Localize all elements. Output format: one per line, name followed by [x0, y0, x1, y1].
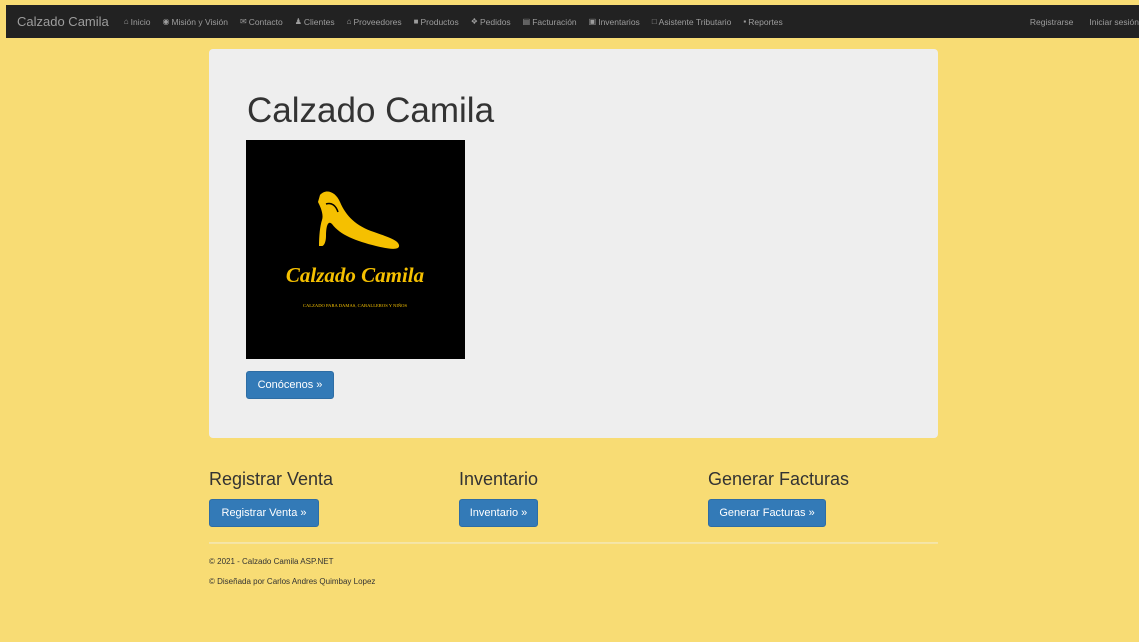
eye-icon: ◉ — [162, 17, 170, 26]
column-inventory: Inventario Inventario » — [459, 469, 538, 527]
home-icon: ⌂ — [123, 17, 129, 26]
nav-item-pedidos[interactable]: ❖ Pedidos — [471, 17, 511, 27]
nav-item-proveedores[interactable]: ⌂ Proveedores — [347, 17, 402, 27]
nav-menu: ⌂ Inicio ◉ Misión y Visión ✉ Contacto ♟ Clie… — [124, 17, 795, 27]
jumbotron: Calzado Camila Calzado Camila CALZADO PA… — [209, 49, 938, 438]
navbar: Calzado Camila ⌂ Inicio ◉ Misión y Visión … — [6, 5, 1139, 38]
nav-item-mision-vision[interactable]: ◉ Misión y Visión — [162, 17, 228, 27]
nav-account: Registrarse Iniciar sesión — [1014, 5, 1139, 38]
about-button[interactable]: Conócenos » — [246, 371, 334, 399]
register-sale-heading: Registrar Venta — [209, 469, 334, 489]
cubes-icon: ❖ — [470, 17, 478, 26]
inventory-heading: Inventario — [459, 469, 539, 489]
nav-item-inventarios[interactable]: ▣ Inventarios — [589, 17, 640, 27]
nav-item-inicio[interactable]: ⌂ Inicio — [124, 17, 151, 27]
footer-divider — [209, 542, 938, 544]
list-icon: ▣ — [588, 17, 597, 26]
shoe-logo-icon: Calzado Camila CALZADO PARA DAMAS, CABAL… — [286, 191, 424, 309]
bank-icon: ⌂ — [346, 17, 352, 26]
column-register-sale: Registrar Venta Registrar Venta » — [209, 469, 333, 527]
nav-item-reportes[interactable]: ▪ Reportes — [743, 17, 782, 27]
nav-item-asistente-tributario[interactable]: □ Asistente Tributario — [652, 17, 732, 27]
page-title: Calzado Camila — [247, 91, 495, 130]
calendar-icon: □ — [651, 17, 657, 26]
cart-icon: ▤ — [522, 17, 531, 26]
invoices-button[interactable]: Generar Facturas » — [708, 499, 826, 527]
nav-item-contacto[interactable]: ✉ Contacto — [240, 17, 283, 27]
users-icon: ♟ — [294, 17, 302, 26]
envelope-icon: ✉ — [239, 17, 247, 26]
column-invoices: Generar Facturas Generar Facturas » — [708, 469, 849, 527]
file-icon: ▪ — [743, 17, 747, 26]
inventory-button[interactable]: Inventario » — [459, 499, 538, 527]
nav-item-facturacion[interactable]: ▤ Facturación — [523, 17, 577, 27]
invoices-heading: Generar Facturas — [708, 469, 850, 489]
login-link[interactable]: Iniciar sesión — [1089, 17, 1139, 27]
logo-tagline: CALZADO PARA DAMAS, CABALLEROS Y NIÑOS — [303, 303, 408, 309]
nav-item-productos[interactable]: ■ Productos — [414, 17, 459, 27]
book-icon: ■ — [413, 17, 419, 26]
nav-item-clientes[interactable]: ♟ Clientes — [295, 17, 335, 27]
footer-copyright: © 2021 - Calzado Camila ASP.NET — [209, 557, 334, 566]
register-link[interactable]: Registrarse — [1030, 17, 1073, 27]
footer-credit: © Diseñada por Carlos Andres Quimbay Lop… — [209, 577, 376, 586]
register-sale-button[interactable]: Registrar Venta » — [209, 499, 319, 527]
brand-logo: Calzado Camila CALZADO PARA DAMAS, CABAL… — [246, 140, 465, 359]
navbar-brand[interactable]: Calzado Camila — [17, 14, 109, 29]
logo-text: Calzado Camila — [286, 263, 424, 287]
